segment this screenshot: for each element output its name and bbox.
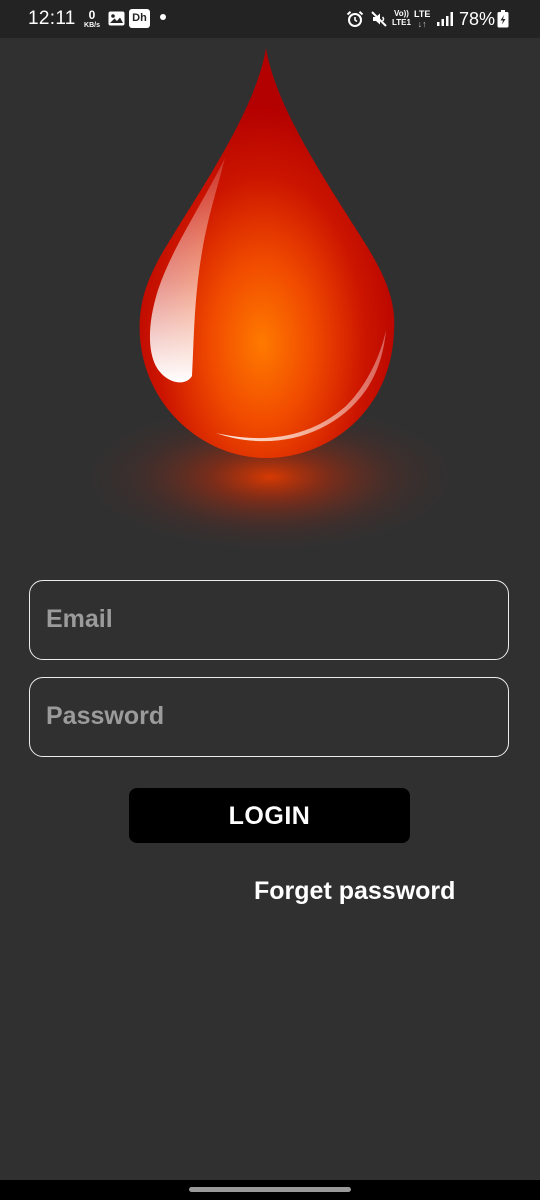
password-placeholder: Password: [46, 702, 165, 730]
gallery-icon: [108, 11, 125, 31]
signal-icon: [436, 11, 454, 32]
volte-top-label: Vo)): [394, 9, 409, 18]
network-speed-unit: KB/s: [84, 22, 100, 29]
status-time: 12:11: [28, 8, 76, 29]
home-gesture-bar[interactable]: [189, 1187, 351, 1192]
lte-indicator: LTE ↓↑: [414, 9, 430, 29]
forget-password-link[interactable]: Forget password: [254, 877, 455, 906]
status-bar: 12:11 0 KB/s Dh Vo)) LTE1 LTE ↓↑ 78%: [0, 0, 540, 38]
lte-label: LTE: [414, 9, 431, 19]
battery-icon: [497, 10, 509, 33]
notification-dot-icon: [160, 14, 166, 20]
blood-drop-icon: [70, 48, 470, 557]
volte-bottom-label: LTE1: [392, 18, 411, 27]
network-speed-value: 0: [88, 8, 96, 22]
blood-drop-logo: [60, 40, 480, 560]
login-button[interactable]: LOGIN: [129, 788, 410, 843]
alarm-icon: [346, 10, 364, 33]
battery-percent: 78%: [459, 9, 496, 29]
email-placeholder: Email: [46, 605, 113, 633]
network-speed: 0 KB/s: [81, 9, 103, 29]
login-screen: 12:11 0 KB/s Dh Vo)) LTE1 LTE ↓↑ 78% Ema…: [0, 0, 540, 1200]
lte-activity-arrows: ↓↑: [417, 19, 427, 29]
password-field[interactable]: Password: [29, 677, 509, 757]
email-field[interactable]: Email: [29, 580, 509, 660]
mute-icon: [370, 10, 388, 33]
volte-indicator: Vo)) LTE1: [392, 9, 411, 27]
dh-app-icon: Dh: [129, 9, 150, 28]
